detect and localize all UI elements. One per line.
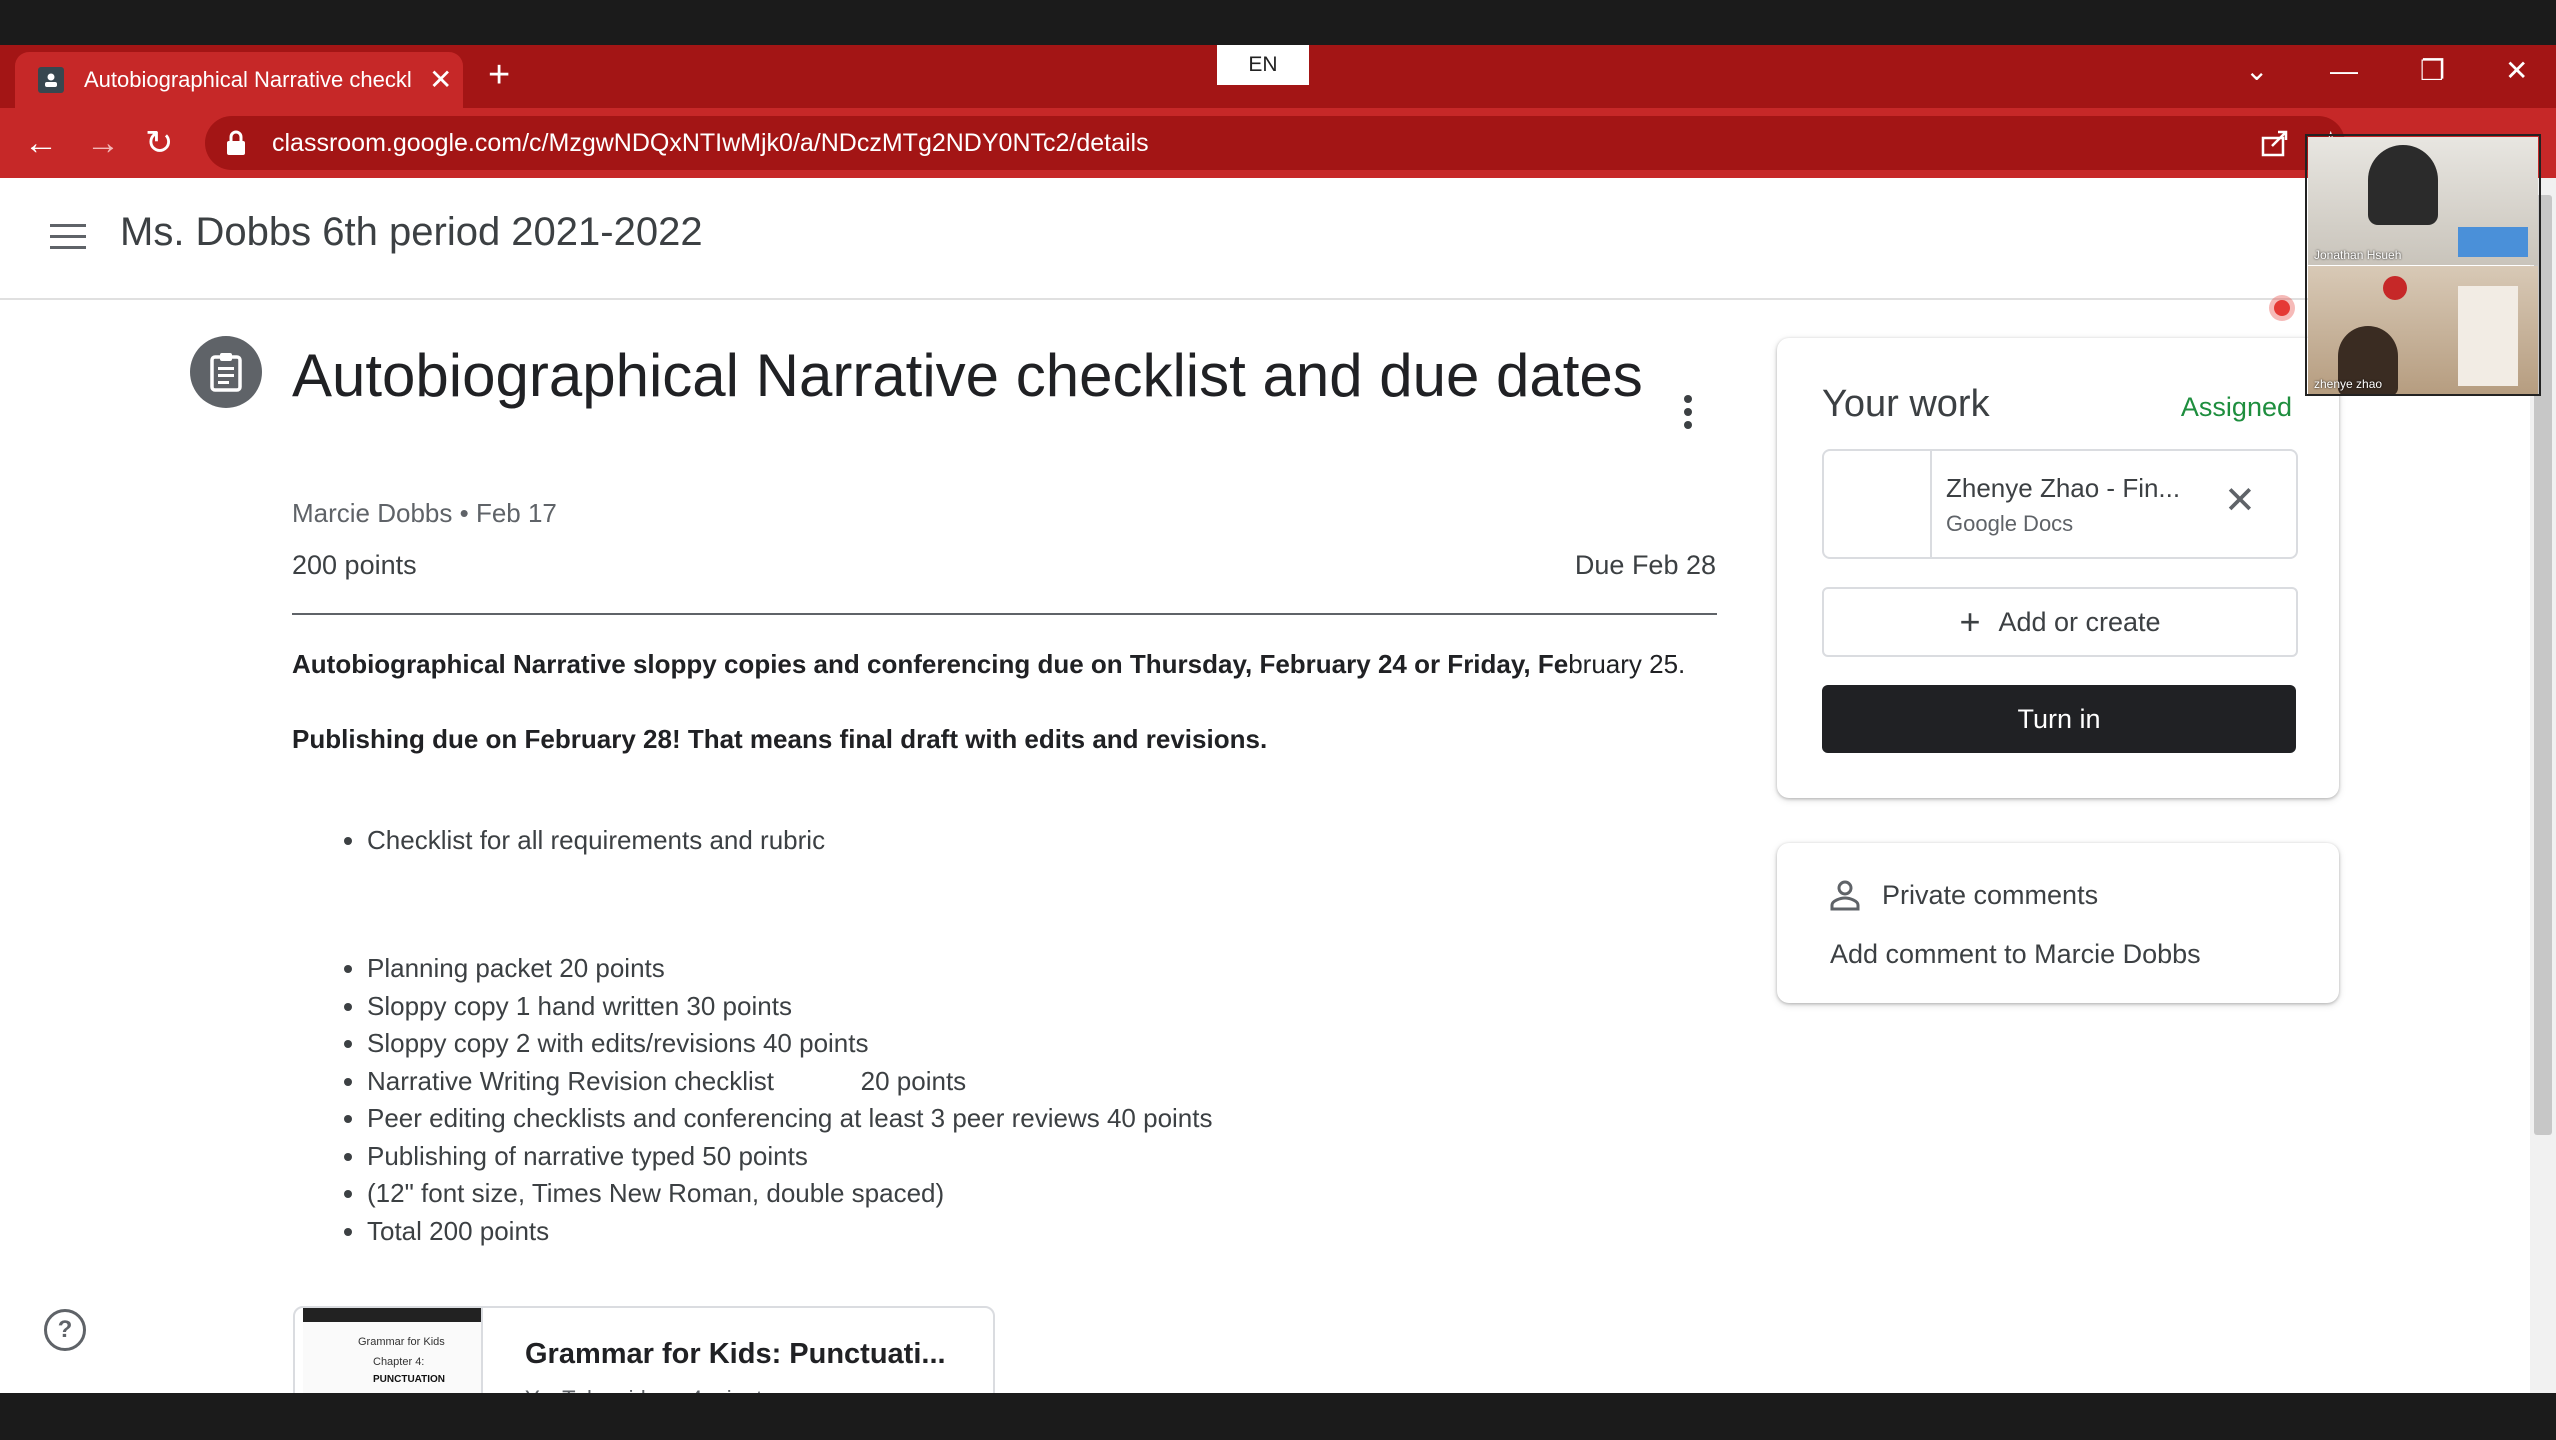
os-bottom-bar <box>0 1393 2556 1440</box>
more-options-icon[interactable] <box>1684 395 1692 434</box>
status-badge: Assigned <box>2180 392 2292 422</box>
share-icon[interactable] <box>2260 128 2290 158</box>
tab-title: Autobiographical Narrative checkl <box>84 67 412 92</box>
list-item: Peer editing checklists and conferencing… <box>367 1100 1212 1138</box>
menu-icon[interactable] <box>50 224 86 252</box>
file-thumbnail <box>1824 451 1932 557</box>
tab-search-chevron-icon[interactable]: ⌄ <box>2245 55 2268 87</box>
assignment-title: Autobiographical Narrative checklist and… <box>292 342 1643 409</box>
os-top-bar <box>0 0 2556 45</box>
remove-file-icon[interactable]: ✕ <box>2224 481 2256 521</box>
description-rest: bruary 25. <box>1568 649 1686 679</box>
classroom-favicon-icon <box>38 67 64 93</box>
private-comments-card <box>1777 843 2339 1003</box>
attachment-title: Grammar for Kids: Punctuati... <box>525 1338 946 1370</box>
minimize-icon[interactable]: — <box>2330 55 2358 87</box>
thumbnail-topic: PUNCTUATION <box>373 1374 446 1385</box>
header-divider <box>292 613 1717 615</box>
description-line: Autobiographical Narrative sloppy copies… <box>292 649 1685 680</box>
points-label: 200 points <box>292 550 417 580</box>
private-comments-label: Private comments <box>1882 880 2099 910</box>
list-item: Planning packet 20 points <box>367 950 1212 988</box>
help-icon[interactable]: ? <box>44 1309 86 1351</box>
reload-icon[interactable]: ↻ <box>145 123 174 163</box>
list-item: Sloppy copy 1 hand written 30 points <box>367 988 1212 1026</box>
language-indicator[interactable]: EN <box>1217 45 1309 85</box>
your-work-heading: Your work <box>1822 383 1990 425</box>
thumbnail-heading: Grammar for Kids <box>358 1336 445 1348</box>
checklist-intro-list: Checklist for all requirements and rubri… <box>292 822 825 860</box>
attached-file[interactable]: Zhenye Zhao - Fin... Google Docs ✕ <box>1822 449 2298 559</box>
thumbnail-chapter: Chapter 4: <box>373 1356 425 1368</box>
restore-icon[interactable]: ❐ <box>2420 55 2445 87</box>
author-date: Marcie Dobbs • Feb 17 <box>292 498 557 528</box>
tab-close-icon[interactable]: ✕ <box>429 66 452 94</box>
list-item: Total 200 points <box>367 1213 1212 1251</box>
add-or-create-button[interactable]: + Add or create <box>1822 587 2298 657</box>
assignment-icon <box>190 336 262 408</box>
back-arrow-icon[interactable]: ← <box>24 123 58 163</box>
app-bar-divider <box>0 298 2530 300</box>
file-name: Zhenye Zhao - Fin... <box>1946 473 2181 503</box>
participant-name-2: zhenye zhao <box>2314 377 2383 391</box>
url-text: classroom.google.com/c/MzgwNDQxNTIwMjk0/… <box>272 128 1149 157</box>
lock-icon <box>227 130 245 155</box>
add-comment-link[interactable]: Add comment to Marcie Dobbs <box>1830 939 2201 970</box>
turn-in-button[interactable]: Turn in <box>1822 685 2296 753</box>
add-or-create-label: Add or create <box>1998 606 2161 637</box>
participant-video-2[interactable]: zhenye zhao <box>2308 266 2538 394</box>
list-item: Sloppy copy 2 with edits/revisions 40 po… <box>367 1025 1212 1063</box>
address-bar[interactable]: classroom.google.com/c/MzgwNDQxNTIwMjk0/… <box>205 116 2345 170</box>
new-tab-button[interactable]: + <box>488 55 510 95</box>
close-window-icon[interactable]: ✕ <box>2505 55 2528 87</box>
file-type: Google Docs <box>1946 511 2074 536</box>
person-icon <box>1830 880 1860 911</box>
list-item: (12" font size, Times New Roman, double … <box>367 1175 1212 1213</box>
forward-arrow-icon[interactable]: → <box>86 123 120 163</box>
due-date: Due Feb 28 <box>1574 550 1716 580</box>
list-item: Publishing of narrative typed 50 points <box>367 1138 1212 1176</box>
publishing-note: Publishing due on February 28! That mean… <box>292 724 1268 754</box>
recording-indicator <box>2274 300 2290 316</box>
list-item: Narrative Writing Revision checklist 20 … <box>367 1063 1212 1101</box>
browser-tab[interactable]: Autobiographical Narrative checkl ✕ <box>15 52 463 108</box>
description-bold: Autobiographical Narrative sloppy copies… <box>292 649 1569 679</box>
list-item: Checklist for all requirements and rubri… <box>367 822 825 860</box>
participant-name-1: Jonathan Hsueh <box>2314 248 2402 262</box>
class-name[interactable]: Ms. Dobbs 6th period 2021-2022 <box>120 210 703 255</box>
requirements-list: Planning packet 20 points Sloppy copy 1 … <box>292 950 1212 1250</box>
plus-icon: + <box>1959 601 1981 642</box>
participant-video-1[interactable]: Jonathan Hsueh <box>2308 137 2538 265</box>
